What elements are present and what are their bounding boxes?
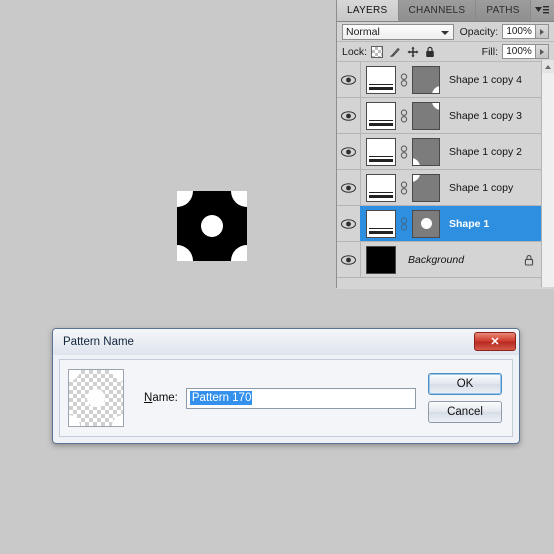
layer-thumbnail[interactable] [366,137,396,166]
layer-name: Shape 1 copy 2 [449,145,522,158]
layer-visibility-toggle[interactable] [337,62,361,97]
layer-visibility-toggle[interactable] [337,206,361,241]
name-input[interactable]: Pattern 170 [185,387,416,409]
layer-name: Shape 1 [449,217,490,230]
vector-mask-thumbnail[interactable] [412,101,440,130]
cancel-button[interactable]: Cancel [428,401,502,423]
lock-row: Lock: Fill: 100% [337,42,554,62]
mask-shape [420,218,432,229]
tab-paths-label: PATHS [486,5,520,16]
layer-thumbnail[interactable] [366,65,396,94]
layer-name: Shape 1 copy [449,181,514,194]
link-icon[interactable] [399,216,409,231]
lock-icon-group [371,45,435,58]
table-row[interactable]: Shape 1 copy [337,170,554,206]
table-row[interactable]: Shape 1 copy 2 [337,134,554,170]
eye-icon [341,218,356,229]
layer-list: Shape 1 copy 4 Shape 1 copy 3 Shape 1 co… [337,62,554,289]
artwork-center-circle [201,215,223,237]
eye-icon [341,254,356,265]
vector-mask-thumbnail[interactable] [412,65,440,94]
vector-mask-thumbnail[interactable] [412,173,440,202]
tab-channels-label: CHANNELS [408,5,466,16]
link-icon[interactable] [399,72,409,87]
link-icon[interactable] [399,144,409,159]
table-row[interactable]: Shape 1 copy 4 [337,62,554,98]
layer-thumbnail[interactable] [366,173,396,202]
eye-icon [341,110,356,121]
layers-scrollbar[interactable] [541,60,554,287]
mask-shape [432,102,439,110]
blend-mode-value: Normal [346,25,380,38]
lock-position-icon[interactable] [407,46,419,58]
vector-mask-thumbnail[interactable] [412,137,440,166]
lock-image-pixels-icon[interactable] [389,46,401,58]
vector-mask-thumbnail[interactable] [412,209,440,238]
artwork-corner-top-right [231,191,247,207]
panel-menu-icon[interactable] [535,5,549,16]
eye-icon [341,182,356,193]
pattern-name-dialog: Pattern Name ✕ Name: Pattern 170 OK Canc… [52,328,520,444]
link-icon[interactable] [399,108,409,123]
close-icon[interactable]: ✕ [474,332,516,351]
chevron-down-icon [440,30,449,35]
tab-layers[interactable]: LAYERS [337,0,399,21]
layers-panel: LAYERS CHANNELS PATHS Normal Opacity: 10… [336,0,554,289]
name-input-value: Pattern 170 [189,391,253,405]
mask-shape [413,174,420,182]
blend-opacity-row: Normal Opacity: 100% [337,22,554,42]
artwork-corner-top-left [177,191,193,207]
lock-label: Lock: [342,45,368,58]
layer-visibility-toggle[interactable] [337,98,361,133]
tab-paths[interactable]: PATHS [476,0,531,21]
blend-mode-select[interactable]: Normal [342,23,454,40]
layer-thumbnail[interactable] [366,209,396,238]
table-row[interactable]: Shape 1 [337,206,554,242]
mask-shape [432,85,439,93]
lock-transparent-pixels-icon[interactable] [371,45,384,58]
scroll-up-arrow-icon[interactable] [542,60,554,73]
dialog-button-group: OK Cancel [428,373,502,423]
name-label-rest: ame: [152,392,178,404]
fill-label: Fill: [481,45,498,58]
table-row[interactable]: Background [337,242,554,278]
preview-center-circle [87,389,105,407]
lock-icon [524,254,534,266]
opacity-label: Opacity: [459,25,499,38]
name-field-label: Name: [144,392,178,404]
layer-thumbnail[interactable] [366,245,396,274]
tab-channels[interactable]: CHANNELS [398,0,477,21]
opacity-input[interactable]: 100% [502,24,537,39]
dialog-body: Name: Pattern 170 OK Cancel [59,359,513,437]
eye-icon [341,146,356,157]
layer-visibility-toggle[interactable] [337,134,361,169]
preview-corner-bottom-right [112,415,123,426]
pattern-preview-thumbnail [68,369,124,427]
preview-corner-bottom-left [69,415,80,426]
eye-icon [341,74,356,85]
layer-visibility-toggle[interactable] [337,170,361,205]
canvas-artwork [177,191,247,261]
panel-tab-strip: LAYERS CHANNELS PATHS [337,0,554,22]
opacity-stepper-arrow[interactable] [536,24,549,39]
preview-corner-top-left [69,370,80,381]
ok-button[interactable]: OK [428,373,502,395]
layer-name: Shape 1 copy 4 [449,73,522,86]
artwork-corner-bottom-right [231,245,247,261]
layer-name: Shape 1 copy 3 [449,109,522,122]
layer-name: Background [408,253,465,266]
dialog-title: Pattern Name [63,336,134,348]
dialog-titlebar[interactable]: Pattern Name ✕ [53,329,519,355]
fill-input[interactable]: 100% [502,44,536,59]
link-icon[interactable] [399,180,409,195]
mask-shape [413,157,420,165]
lock-all-icon[interactable] [425,46,435,58]
preview-corner-top-right [112,370,123,381]
tab-layers-label: LAYERS [347,4,388,16]
artwork-corner-bottom-left [177,245,193,261]
layer-thumbnail[interactable] [366,101,396,130]
layer-visibility-toggle[interactable] [337,242,361,277]
fill-stepper-arrow[interactable] [536,44,549,59]
table-row[interactable]: Shape 1 copy 3 [337,98,554,134]
